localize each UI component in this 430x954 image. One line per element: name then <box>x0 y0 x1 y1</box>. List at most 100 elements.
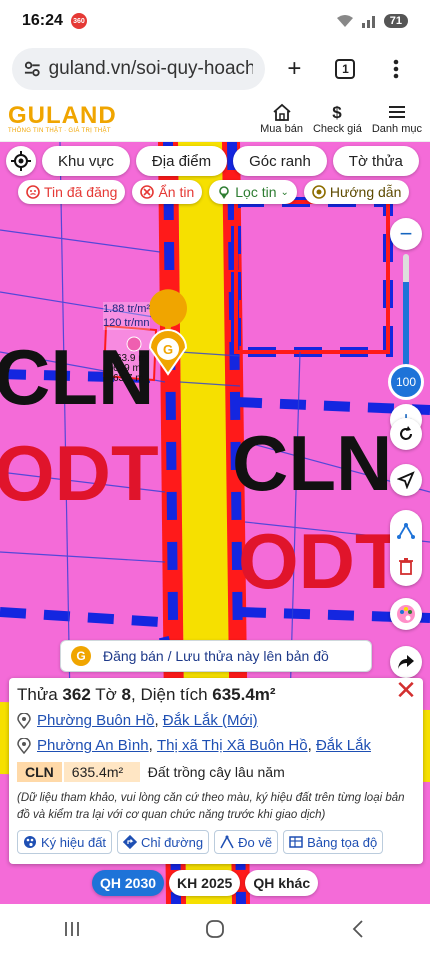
parcel-price-label: 1.88 tr/m² 120 tr/mn <box>103 302 151 330</box>
tabs-button[interactable]: 1 <box>324 47 367 91</box>
url-bar[interactable]: guland.vn/soi-quy-hoach/c <box>12 48 265 90</box>
site-settings-icon[interactable] <box>24 60 41 78</box>
back-button[interactable] <box>338 914 378 944</box>
parcel-actions: Ký hiệu đất Chỉ đường Đo vẽ Bảng tọa độ <box>17 830 415 854</box>
directions-icon <box>123 835 138 849</box>
chip-an-tin[interactable]: Ẩn tin <box>132 180 203 204</box>
new-tab-button[interactable]: + <box>273 47 316 91</box>
check-gia-button[interactable]: $ Check giá <box>313 103 362 135</box>
map-pin-icon <box>17 713 31 729</box>
status-icons: 71 <box>336 14 408 28</box>
thua-number: 362 <box>62 685 91 704</box>
chevron-down-icon: ⌄ <box>280 186 289 198</box>
price-per-m2: 1.88 tr/m² <box>103 303 151 315</box>
recent-apps-icon <box>64 922 79 936</box>
disclaimer-text: (Dữ liệu tham khảo, vui lòng căn cứ theo… <box>17 792 405 821</box>
address-old-row: Phường An Bình, Thị xã Thị Xã Buôn Hồ, Đ… <box>17 736 415 756</box>
recent-apps-button[interactable] <box>52 914 92 944</box>
chip-huong-dan-label: Hướng dẫn <box>329 184 402 200</box>
chip-tin-da-dang-label: Tin đã đăng <box>44 184 118 200</box>
signal-icon <box>361 16 375 28</box>
check-gia-label: Check giá <box>312 122 362 135</box>
guland-logo[interactable]: GULAND THÔNG TIN THẬT · GIÁ TRỊ THẬT <box>8 101 117 134</box>
filter-dia-diem[interactable]: Địa điểm <box>135 146 228 176</box>
android-nav-bar <box>0 904 430 954</box>
parcel-title: Thửa 362 Tờ 8, Diện tích 635.4m² <box>17 685 276 704</box>
status-bar: 16:24 360 71 <box>0 0 430 42</box>
address-old-province-link[interactable]: Đắk Lắk <box>316 736 371 756</box>
zoom-control: − 100 + <box>388 218 424 436</box>
zoom-level[interactable]: 100 <box>388 364 424 400</box>
land-label-odt-right: ODT <box>238 517 403 605</box>
danh-muc-button[interactable]: Danh mục <box>372 103 422 135</box>
map-chip-row: Tin đã đăng Ẩn tin Lọc tin ⌄ Hướng dẫn <box>18 180 410 204</box>
navigate-button[interactable] <box>390 464 422 496</box>
post-parcel-banner[interactable]: G Đăng bán / Lưu thửa này lên bản đồ <box>60 640 372 672</box>
address-old-town-link[interactable]: Thị xã Thị Xã Buôn Hồ <box>157 736 308 756</box>
danh-muc-label: Danh mục <box>371 122 422 135</box>
logo-tagline: THÔNG TIN THẬT · GIÁ TRỊ THẬT <box>8 127 111 134</box>
land-use-row: CLN 635.4m² Đất trồng cây lâu năm <box>17 762 415 782</box>
address-new-ward-link[interactable]: Phường Buôn Hồ <box>37 711 154 731</box>
address-sep: , <box>154 712 159 729</box>
address-sep: , <box>307 737 312 754</box>
area-label: Diện tích <box>140 685 208 704</box>
land-area-badge: 635.4m² <box>63 762 140 782</box>
do-ve-button[interactable]: Đo vẽ <box>214 830 279 854</box>
url-text[interactable]: guland.vn/soi-quy-hoach/c <box>49 58 253 80</box>
header-actions: Mua bán $ Check giá Danh mục <box>260 103 422 135</box>
close-panel-button[interactable]: ✕ <box>393 677 419 704</box>
parcel-dim-3: 63.7 m <box>113 373 144 384</box>
guland-g-icon: G <box>71 646 91 666</box>
share-button[interactable] <box>390 646 422 678</box>
chi-duong-button[interactable]: Chỉ đường <box>117 830 210 854</box>
address-old-ward-link[interactable]: Phường An Bình <box>37 736 149 756</box>
mua-ban-button[interactable]: Mua bán <box>260 103 303 135</box>
house-icon <box>272 103 291 121</box>
measure-draw-icon[interactable] <box>397 521 415 539</box>
color-legend-button[interactable] <box>390 598 422 630</box>
filter-goc-ranh[interactable]: Góc ranh <box>233 146 327 176</box>
post-parcel-label: Đăng bán / Lưu thửa này lên bản đồ <box>103 648 329 664</box>
plus-icon: + <box>287 55 302 82</box>
bang-toa-do-label: Bảng tọa độ <box>307 834 378 850</box>
wifi-icon <box>336 15 353 27</box>
filter-khu-vuc[interactable]: Khu vực <box>42 146 130 176</box>
guide-icon <box>312 185 326 199</box>
tab-kh-2025[interactable]: KH 2025 <box>169 870 241 896</box>
trash-icon[interactable] <box>398 557 414 575</box>
more-vertical-icon <box>394 59 399 79</box>
chip-loc-tin[interactable]: Lọc tin ⌄ <box>209 180 297 204</box>
chi-duong-label: Chỉ đường <box>141 834 204 850</box>
browser-menu-button[interactable] <box>375 47 418 91</box>
address-sep: , <box>148 737 153 754</box>
address-new-province-link[interactable]: Đắk Lắk (Mới) <box>163 711 258 731</box>
do-ve-label: Đo vẽ <box>238 834 273 850</box>
site-header: GULAND THÔNG TIN THẬT · GIÁ TRỊ THẬT Mua… <box>0 96 430 142</box>
chip-tin-da-dang[interactable]: Tin đã đăng <box>18 180 126 204</box>
zoom-slider[interactable] <box>403 254 409 366</box>
dollar-icon: $ <box>333 103 343 121</box>
chip-loc-tin-label: Lọc tin <box>235 184 277 200</box>
svg-text:$: $ <box>333 103 343 121</box>
hide-icon <box>140 185 155 199</box>
palette-icon <box>24 836 36 848</box>
filter-to-thua[interactable]: Tờ thửa <box>332 146 419 176</box>
tab-qh-khac[interactable]: QH khác <box>245 870 319 896</box>
chip-an-tin-label: Ẩn tin <box>158 184 195 200</box>
ky-hieu-dat-button[interactable]: Ký hiệu đất <box>17 830 113 854</box>
tab-qh-2030[interactable]: QH 2030 <box>92 870 165 896</box>
home-icon <box>206 920 224 938</box>
land-code-badge: CLN <box>17 762 62 782</box>
bang-toa-do-button[interactable]: Bảng tọa độ <box>283 830 384 854</box>
zoom-out-button[interactable]: − <box>390 218 422 250</box>
refresh-button[interactable] <box>390 418 422 450</box>
browser-bar: guland.vn/soi-quy-hoach/c + 1 <box>0 42 430 96</box>
map-filter-row: Khu vực Địa điểm Góc ranh Tờ thửa <box>6 146 419 176</box>
crosshair-icon <box>11 151 31 171</box>
back-chevron-icon <box>353 920 363 938</box>
logo-text: GULAND <box>8 101 117 129</box>
home-button[interactable] <box>195 914 235 944</box>
locate-button[interactable] <box>6 146 36 176</box>
chip-huong-dan[interactable]: Hướng dẫn <box>303 180 410 204</box>
